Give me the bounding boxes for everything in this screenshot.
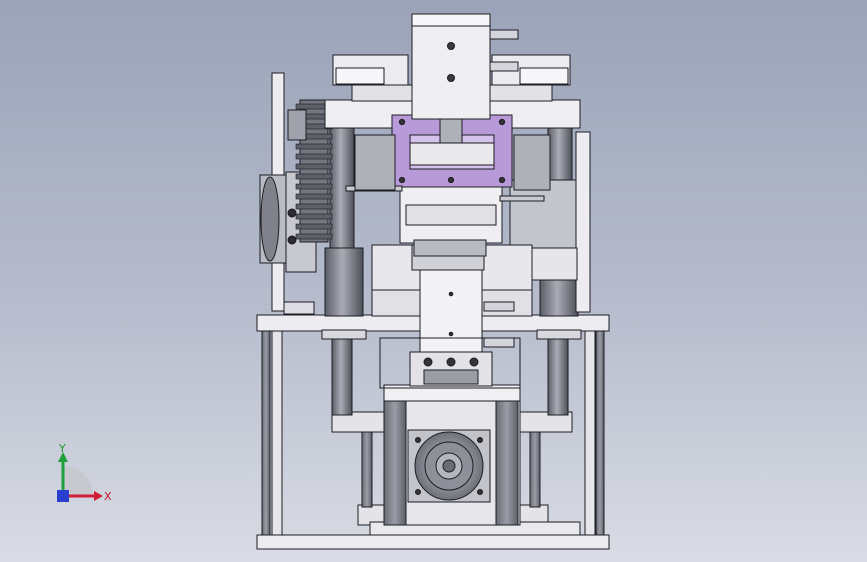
triad-x-label: X: [104, 490, 112, 503]
triad-y-label: Y: [58, 442, 66, 455]
cad-viewport[interactable]: Y X: [0, 0, 867, 562]
triad-x-arrow: [94, 491, 103, 501]
coordinate-triad-icon: Y X: [57, 442, 112, 503]
triad-z-axis: [57, 490, 69, 502]
